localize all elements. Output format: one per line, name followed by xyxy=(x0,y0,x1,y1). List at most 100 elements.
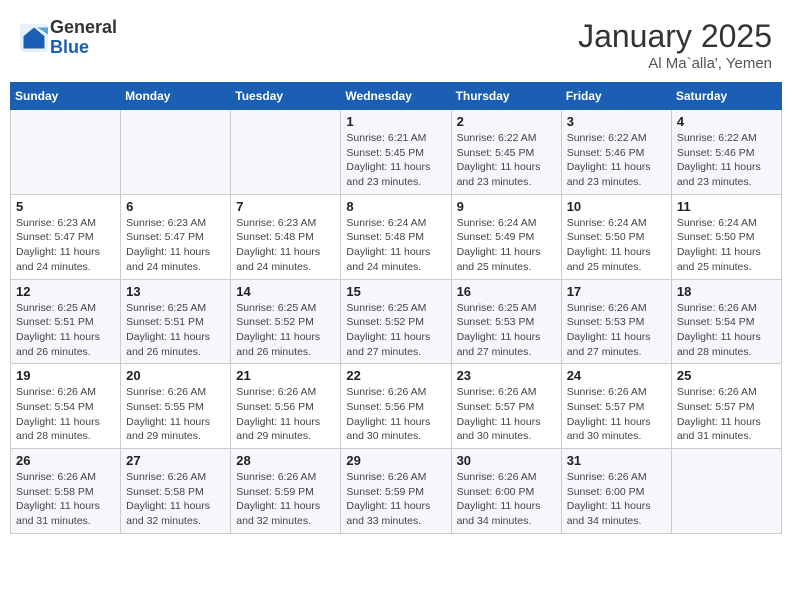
day-number: 9 xyxy=(457,199,556,214)
page-header: General Blue January 2025 Al Ma`alla', Y… xyxy=(0,0,792,82)
calendar-table: SundayMondayTuesdayWednesdayThursdayFrid… xyxy=(10,82,782,534)
day-number: 7 xyxy=(236,199,335,214)
day-number: 12 xyxy=(16,284,115,299)
calendar-cell: 28 Sunrise: 6:26 AM Sunset: 5:59 PM Dayli… xyxy=(231,449,341,534)
calendar-cell: 21Sunrise: 6:26 AM Sunset: 5:56 PM Dayli… xyxy=(231,364,341,449)
day-info: Sunrise: 6:26 AM Sunset: 5:58 PM Dayligh… xyxy=(126,470,225,529)
weekday-header-sunday: Sunday xyxy=(11,83,121,110)
day-number: 8 xyxy=(346,199,445,214)
calendar-cell: 25 Sunrise: 6:26 AM Sunset: 5:57 PM Dayli… xyxy=(671,364,781,449)
day-info: Sunrise: 6:26 AM Sunset: 5:57 PM Dayligh… xyxy=(677,385,776,444)
day-info: Sunrise: 6:24 AM Sunset: 5:50 PM Dayligh… xyxy=(677,216,776,275)
calendar-cell: 1 Sunrise: 6:21 AM Sunset: 5:45 PM Daylig… xyxy=(341,110,451,195)
day-info: Sunrise: 6:25 AM Sunset: 5:53 PM Dayligh… xyxy=(457,301,556,360)
calendar-cell: 5Sunrise: 6:23 AM Sunset: 5:47 PM Daylig… xyxy=(11,194,121,279)
day-number: 1 xyxy=(346,114,445,129)
day-number: 22 xyxy=(346,368,445,383)
day-info: Sunrise: 6:25 AM Sunset: 5:52 PM Dayligh… xyxy=(236,301,335,360)
logo-general-text: General xyxy=(50,17,117,37)
weekday-header-saturday: Saturday xyxy=(671,83,781,110)
calendar-cell: 3Sunrise: 6:22 AM Sunset: 5:46 PM Daylig… xyxy=(561,110,671,195)
day-number: 30 xyxy=(457,453,556,468)
calendar-cell: 19Sunrise: 6:26 AM Sunset: 5:54 PM Dayli… xyxy=(11,364,121,449)
calendar-container: SundayMondayTuesdayWednesdayThursdayFrid… xyxy=(0,82,792,544)
calendar-cell: 7 Sunrise: 6:23 AM Sunset: 5:48 PM Daylig… xyxy=(231,194,341,279)
day-number: 2 xyxy=(457,114,556,129)
day-info: Sunrise: 6:23 AM Sunset: 5:47 PM Dayligh… xyxy=(126,216,225,275)
calendar-cell xyxy=(671,449,781,534)
calendar-week-row: 5 Sunrise: 6:23 AM Sunset: 5:47 PM Daylig… xyxy=(11,194,782,279)
day-number: 18 xyxy=(677,284,776,299)
calendar-cell: 20Sunrise: 6:26 AM Sunset: 5:55 PM Dayli… xyxy=(121,364,231,449)
day-info: Sunrise: 6:24 AM Sunset: 5:50 PM Dayligh… xyxy=(567,216,666,275)
calendar-cell: 30 Sunrise: 6:26 AM Sunset: 6:00 PM Dayli… xyxy=(451,449,561,534)
day-number: 10 xyxy=(567,199,666,214)
day-number: 28 xyxy=(236,453,335,468)
day-info: Sunrise: 6:23 AM Sunset: 5:48 PM Dayligh… xyxy=(236,216,335,275)
calendar-cell: 31Sunrise: 6:26 AM Sunset: 6:00 PM Dayli… xyxy=(561,449,671,534)
day-number: 14 xyxy=(236,284,335,299)
day-number: 11 xyxy=(677,199,776,214)
calendar-cell: 13Sunrise: 6:25 AM Sunset: 5:51 PM Dayli… xyxy=(121,279,231,364)
day-number: 29 xyxy=(346,453,445,468)
calendar-cell: 9 Sunrise: 6:24 AM Sunset: 5:49 PM Daylig… xyxy=(451,194,561,279)
calendar-week-row: 19Sunrise: 6:26 AM Sunset: 5:54 PM Dayli… xyxy=(11,364,782,449)
day-info: Sunrise: 6:24 AM Sunset: 5:49 PM Dayligh… xyxy=(457,216,556,275)
calendar-cell: 27Sunrise: 6:26 AM Sunset: 5:58 PM Dayli… xyxy=(121,449,231,534)
day-info: Sunrise: 6:26 AM Sunset: 5:55 PM Dayligh… xyxy=(126,385,225,444)
calendar-cell: 23 Sunrise: 6:26 AM Sunset: 5:57 PM Dayli… xyxy=(451,364,561,449)
month-title: January 2025 xyxy=(578,18,772,55)
calendar-cell: 14 Sunrise: 6:25 AM Sunset: 5:52 PM Dayli… xyxy=(231,279,341,364)
calendar-cell xyxy=(231,110,341,195)
calendar-week-row: 12 Sunrise: 6:25 AM Sunset: 5:51 PM Dayli… xyxy=(11,279,782,364)
calendar-cell: 17 Sunrise: 6:26 AM Sunset: 5:53 PM Dayli… xyxy=(561,279,671,364)
calendar-cell: 22 Sunrise: 6:26 AM Sunset: 5:56 PM Dayli… xyxy=(341,364,451,449)
day-number: 16 xyxy=(457,284,556,299)
day-info: Sunrise: 6:26 AM Sunset: 5:53 PM Dayligh… xyxy=(567,301,666,360)
day-info: Sunrise: 6:21 AM Sunset: 5:45 PM Dayligh… xyxy=(346,131,445,190)
day-number: 26 xyxy=(16,453,115,468)
calendar-cell: 8 Sunrise: 6:24 AM Sunset: 5:48 PM Daylig… xyxy=(341,194,451,279)
day-info: Sunrise: 6:26 AM Sunset: 5:57 PM Dayligh… xyxy=(457,385,556,444)
day-info: Sunrise: 6:26 AM Sunset: 5:59 PM Dayligh… xyxy=(346,470,445,529)
day-info: Sunrise: 6:26 AM Sunset: 5:57 PM Dayligh… xyxy=(567,385,666,444)
day-number: 6 xyxy=(126,199,225,214)
calendar-cell: 15 Sunrise: 6:25 AM Sunset: 5:52 PM Dayli… xyxy=(341,279,451,364)
calendar-cell: 4Sunrise: 6:22 AM Sunset: 5:46 PM Daylig… xyxy=(671,110,781,195)
day-number: 5 xyxy=(16,199,115,214)
calendar-week-row: 26 Sunrise: 6:26 AM Sunset: 5:58 PM Dayli… xyxy=(11,449,782,534)
day-info: Sunrise: 6:26 AM Sunset: 5:58 PM Dayligh… xyxy=(16,470,115,529)
calendar-cell: 24 Sunrise: 6:26 AM Sunset: 5:57 PM Dayli… xyxy=(561,364,671,449)
weekday-header-wednesday: Wednesday xyxy=(341,83,451,110)
calendar-cell: 29 Sunrise: 6:26 AM Sunset: 5:59 PM Dayli… xyxy=(341,449,451,534)
day-number: 15 xyxy=(346,284,445,299)
logo-blue-text: Blue xyxy=(50,37,89,57)
calendar-cell: 11 Sunrise: 6:24 AM Sunset: 5:50 PM Dayli… xyxy=(671,194,781,279)
day-number: 23 xyxy=(457,368,556,383)
logo: General Blue xyxy=(20,18,117,58)
logo-icon xyxy=(20,24,48,52)
day-info: Sunrise: 6:25 AM Sunset: 5:51 PM Dayligh… xyxy=(126,301,225,360)
day-info: Sunrise: 6:26 AM Sunset: 5:54 PM Dayligh… xyxy=(16,385,115,444)
calendar-cell xyxy=(121,110,231,195)
calendar-cell: 26 Sunrise: 6:26 AM Sunset: 5:58 PM Dayli… xyxy=(11,449,121,534)
calendar-cell: 10 Sunrise: 6:24 AM Sunset: 5:50 PM Dayli… xyxy=(561,194,671,279)
title-block: January 2025 Al Ma`alla', Yemen xyxy=(578,18,772,72)
weekday-header-row: SundayMondayTuesdayWednesdayThursdayFrid… xyxy=(11,83,782,110)
day-info: Sunrise: 6:26 AM Sunset: 6:00 PM Dayligh… xyxy=(457,470,556,529)
calendar-cell: 18 Sunrise: 6:26 AM Sunset: 5:54 PM Dayli… xyxy=(671,279,781,364)
day-number: 25 xyxy=(677,368,776,383)
day-info: Sunrise: 6:26 AM Sunset: 5:59 PM Dayligh… xyxy=(236,470,335,529)
day-number: 3 xyxy=(567,114,666,129)
day-info: Sunrise: 6:25 AM Sunset: 5:52 PM Dayligh… xyxy=(346,301,445,360)
day-info: Sunrise: 6:26 AM Sunset: 6:00 PM Dayligh… xyxy=(567,470,666,529)
weekday-header-thursday: Thursday xyxy=(451,83,561,110)
day-info: Sunrise: 6:24 AM Sunset: 5:48 PM Dayligh… xyxy=(346,216,445,275)
day-info: Sunrise: 6:26 AM Sunset: 5:54 PM Dayligh… xyxy=(677,301,776,360)
calendar-cell: 6 Sunrise: 6:23 AM Sunset: 5:47 PM Daylig… xyxy=(121,194,231,279)
day-number: 24 xyxy=(567,368,666,383)
day-info: Sunrise: 6:26 AM Sunset: 5:56 PM Dayligh… xyxy=(346,385,445,444)
calendar-cell xyxy=(11,110,121,195)
day-number: 17 xyxy=(567,284,666,299)
calendar-cell: 2Sunrise: 6:22 AM Sunset: 5:45 PM Daylig… xyxy=(451,110,561,195)
